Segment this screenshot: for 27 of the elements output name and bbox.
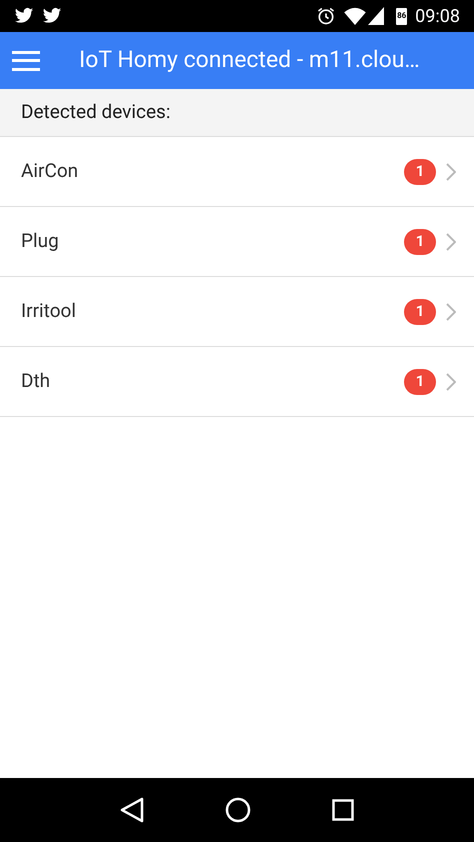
back-icon[interactable] xyxy=(120,797,144,823)
battery-level: 86 xyxy=(396,8,408,24)
device-item[interactable]: Dth 1 xyxy=(0,347,474,417)
count-badge: 1 xyxy=(404,158,436,184)
home-icon[interactable] xyxy=(224,797,251,823)
menu-icon[interactable] xyxy=(12,50,40,70)
device-item[interactable]: Irritool 1 xyxy=(0,277,474,347)
device-name: Dth xyxy=(21,368,52,394)
header-title: IoT Homy connected - m11.clou… xyxy=(79,45,420,76)
chevron-right-icon xyxy=(446,372,456,390)
signal-icon xyxy=(368,7,384,25)
device-name: Plug xyxy=(21,228,60,254)
clock-time: 09:08 xyxy=(415,4,460,28)
count-badge: 1 xyxy=(404,298,436,324)
device-item[interactable]: Plug 1 xyxy=(0,207,474,277)
list-header: Detected devices: xyxy=(21,99,170,126)
chevron-right-icon xyxy=(446,162,456,180)
wifi-icon xyxy=(344,7,366,25)
recent-apps-icon[interactable] xyxy=(332,799,354,821)
count-badge: 1 xyxy=(404,228,436,254)
chevron-right-icon xyxy=(446,232,456,250)
device-item[interactable]: AirCon 1 xyxy=(0,137,474,207)
count-badge: 1 xyxy=(404,368,436,394)
device-name: AirCon xyxy=(21,158,80,184)
chevron-right-icon xyxy=(446,302,456,320)
device-name: Irritool xyxy=(21,298,77,324)
alarm-clock-icon xyxy=(316,6,336,26)
